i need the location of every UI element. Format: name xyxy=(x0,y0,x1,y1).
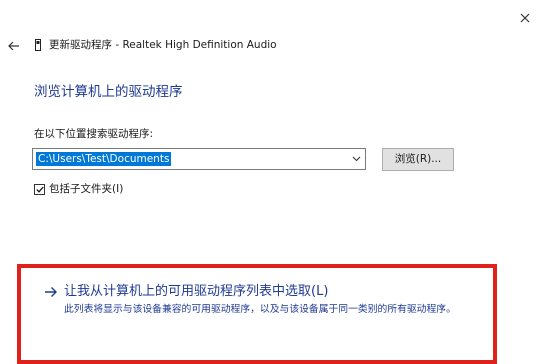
device-icon xyxy=(35,39,41,51)
chevron-down-icon xyxy=(352,156,360,162)
close-button[interactable] xyxy=(512,6,538,30)
browse-button[interactable]: 浏览(R)... xyxy=(382,148,454,171)
back-button[interactable] xyxy=(6,38,22,54)
path-combobox[interactable]: C:\Users\Test\Documents xyxy=(32,148,366,170)
pick-from-list-description: 此列表将显示与该设备兼容的可用驱动程序，以及与该设备属于同一类别的所有驱动程序。 xyxy=(64,304,456,315)
arrow-right-icon xyxy=(45,287,57,297)
pick-from-list-label[interactable]: 让我从计算机上的可用驱动程序列表中选取(L) xyxy=(64,284,328,300)
update-driver-window: 更新驱动程序 - Realtek High Definition Audio 浏… xyxy=(0,0,542,364)
back-arrow-icon xyxy=(8,41,19,51)
include-subfolders-option[interactable]: 包括子文件夹(I) xyxy=(34,182,123,196)
include-subfolders-checkbox[interactable] xyxy=(34,183,45,195)
search-location-label: 在以下位置搜索驱动程序: xyxy=(34,128,154,140)
close-icon xyxy=(520,13,530,23)
path-value[interactable]: C:\Users\Test\Documents xyxy=(36,152,172,166)
checkmark-icon xyxy=(35,186,44,193)
pick-from-list-link[interactable]: 让我从计算机上的可用驱动程序列表中选取(L) xyxy=(44,284,328,300)
page-heading: 浏览计算机上的驱动程序 xyxy=(34,84,183,100)
include-subfolders-label: 包括子文件夹(I) xyxy=(49,183,124,195)
path-dropdown-button[interactable] xyxy=(349,150,363,168)
window-title: 更新驱动程序 - Realtek High Definition Audio xyxy=(49,39,277,51)
